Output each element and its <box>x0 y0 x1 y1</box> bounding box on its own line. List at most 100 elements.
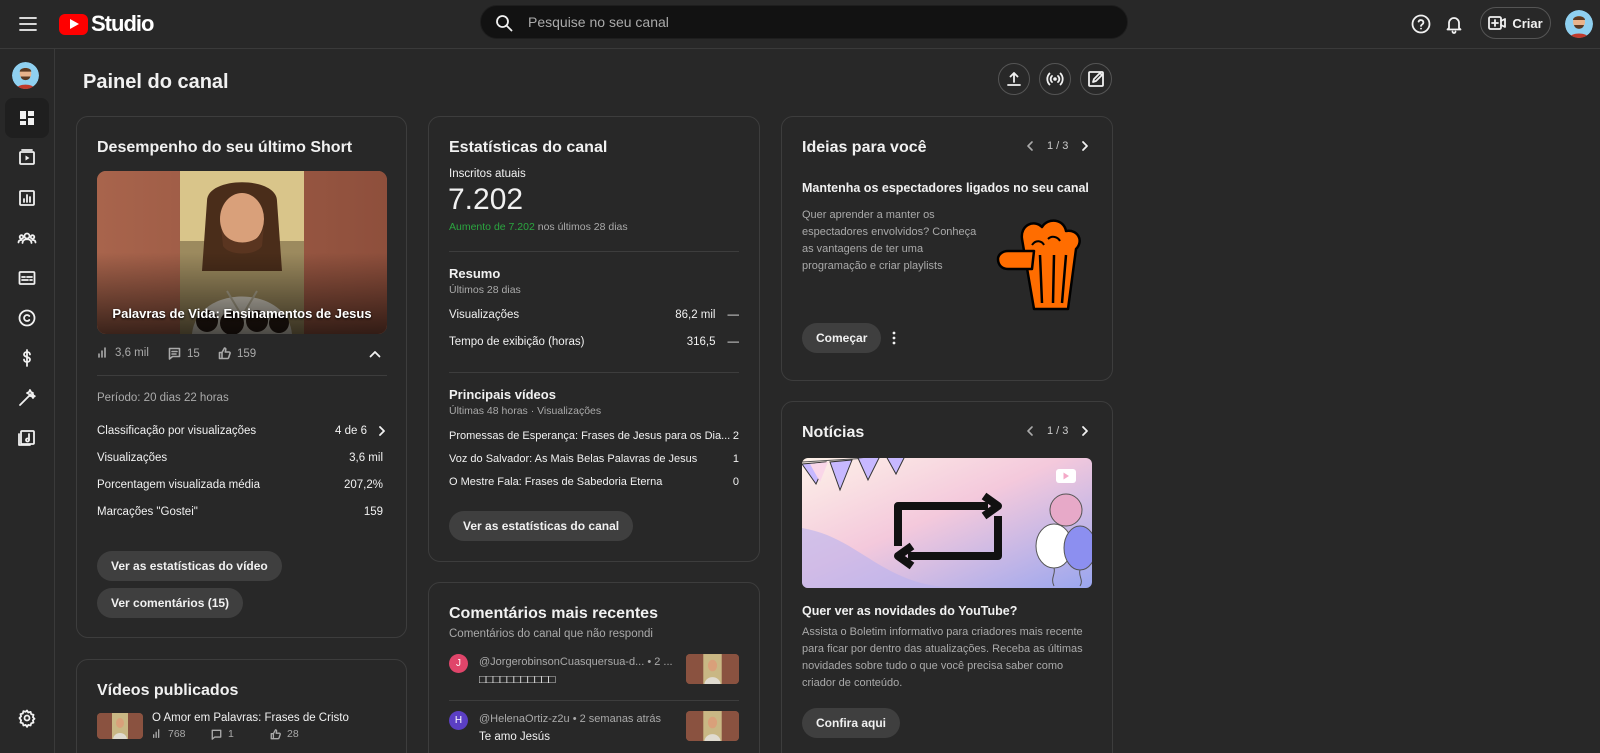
news-prev-button[interactable] <box>1025 425 1035 437</box>
subscribers-count: 7.202 <box>448 183 524 216</box>
comment-item[interactable]: H @HelenaOrtiz-z2u • 2 semanas atrás Te … <box>449 711 739 751</box>
collapse-stats-button[interactable] <box>367 346 383 362</box>
content-icon <box>19 149 35 165</box>
published-videos-title: Vídeos publicados <box>97 682 239 699</box>
youtube-studio-logo[interactable]: Studio <box>59 9 154 39</box>
more-options-button[interactable] <box>885 329 903 347</box>
sidebar-item-analytics[interactable] <box>5 178 49 218</box>
comment-icon <box>168 347 181 360</box>
row-label: Porcentagem visualizada média <box>97 479 261 491</box>
ideas-heading: Mantenha os espectadores ligados no seu … <box>802 181 1089 195</box>
news-heading: Quer ver as novidades do YouTube? <box>802 604 1018 618</box>
ideas-prev-button[interactable] <box>1025 140 1035 152</box>
views-row: Visualizações 3,6 mil <box>97 452 383 464</box>
published-comments-stat: 1 <box>211 728 234 740</box>
summary-watchtime-row: Tempo de exibição (horas) 316,5 — <box>449 336 739 348</box>
news-title: Notícias <box>802 424 865 441</box>
news-next-button[interactable] <box>1080 425 1090 437</box>
sidebar-item-community[interactable] <box>5 218 49 258</box>
subtitles-icon <box>18 271 36 285</box>
published-videos-card: Vídeos publicados O Amor em Palavras: Fr… <box>76 659 407 753</box>
news-banner-image[interactable] <box>802 458 1092 588</box>
ideas-next-button[interactable] <box>1080 140 1090 152</box>
channel-avatar[interactable] <box>12 62 39 89</box>
sidebar-item-audio-library[interactable] <box>5 418 49 458</box>
ideas-body: Quer aprender a manter os espectadores e… <box>802 209 977 272</box>
divider <box>97 375 387 376</box>
top-video-row[interactable]: Voz do Salvador: As Mais Belas Palavras … <box>449 453 739 465</box>
ideas-start-button[interactable]: Começar <box>802 323 882 353</box>
sidebar-item-content[interactable] <box>5 138 49 178</box>
comment-item[interactable]: J @JorgerobinsonCuasquersua-d... • 2 ...… <box>449 654 739 694</box>
views-icon <box>98 347 106 358</box>
ranking-value-wrap: 4 de 6 <box>335 425 387 437</box>
earn-icon <box>23 349 31 367</box>
upload-button[interactable] <box>998 63 1030 95</box>
recent-comments-subtitle: Comentários do canal que não respondi <box>449 628 653 640</box>
growth-highlight: Aumento de 7.202 <box>449 221 535 233</box>
published-comments: 1 <box>228 728 234 740</box>
avg-viewed-row: Porcentagem visualizada média 207,2% <box>97 479 383 491</box>
top-bar: Studio Criar <box>0 0 1600 49</box>
divider <box>449 251 739 252</box>
chevron-right-icon <box>379 426 385 436</box>
settings-icon <box>18 709 36 728</box>
sidebar-item-settings[interactable] <box>5 698 49 738</box>
sidebar-item-copyright[interactable] <box>5 298 49 338</box>
commenter-avatar: J <box>449 654 468 673</box>
short-period: Período: 20 dias 22 horas <box>97 392 229 404</box>
comment-meta: @JorgerobinsonCuasquersua-d... • 2 ... <box>479 656 673 668</box>
published-video-thumbnail[interactable] <box>97 713 143 739</box>
search-bar[interactable] <box>480 5 1128 39</box>
published-views-stat: 768 <box>152 728 186 740</box>
search-input[interactable] <box>528 6 1108 38</box>
top-video-row[interactable]: O Mestre Fala: Frases de Sabedoria Etern… <box>449 476 739 488</box>
dashboard-icon <box>20 111 34 125</box>
sidebar-item-customization[interactable] <box>5 378 49 418</box>
recent-comments-title: Comentários mais recentes <box>449 605 658 622</box>
view-video-stats-button[interactable]: Ver as estatísticas do vídeo <box>97 551 282 581</box>
ranking-row[interactable]: Classificação por visualizações 4 de 6 <box>97 425 387 437</box>
published-video-title[interactable]: O Amor em Palavras: Frases de Cristo <box>152 712 349 724</box>
menu-icon[interactable] <box>14 10 42 38</box>
sidebar-item-earn[interactable] <box>5 338 49 378</box>
search-icon <box>495 14 513 32</box>
more-icon <box>892 331 896 345</box>
summary-title: Resumo <box>449 266 501 281</box>
row-value: 86,2 mil <box>675 309 716 321</box>
view-comments-button[interactable]: Ver comentários (15) <box>97 588 244 618</box>
published-views: 768 <box>168 728 186 740</box>
news-check-button[interactable]: Confira aqui <box>802 708 901 738</box>
sidebar-item-dashboard[interactable] <box>5 98 49 138</box>
row-value: 0 <box>732 476 739 488</box>
create-button[interactable]: Criar <box>1480 7 1551 39</box>
subscribers-growth: Aumento de 7.202 nos últimos 28 dias <box>449 221 628 233</box>
row-value-wrap: 86,2 mil — <box>675 309 739 321</box>
short-views: 3,6 mil <box>115 347 149 359</box>
popcorn-icon <box>992 209 1092 314</box>
go-live-button[interactable] <box>1039 63 1071 95</box>
short-thumbnail[interactable]: Palavras de Vida: Ensinamentos de Jesus <box>97 171 387 334</box>
copyright-icon <box>18 309 36 327</box>
top-video-row[interactable]: Promessas de Esperança: Frases de Jesus … <box>449 430 739 442</box>
published-likes: 28 <box>287 728 299 740</box>
news-card: Notícias 1 / 3 Quer ver as novidades do … <box>781 401 1113 753</box>
short-video-title: Palavras de Vida: Ensinamentos de Jesus <box>112 306 372 321</box>
comment-text: Te amo Jesús <box>479 731 550 743</box>
view-channel-stats-button[interactable]: Ver as estatísticas do canal <box>449 511 634 541</box>
row-value: 4 de 6 <box>335 425 367 437</box>
help-icon[interactable] <box>1407 10 1435 38</box>
comment-time: • 2 ... <box>647 656 673 668</box>
row-value: 3,6 mil <box>349 452 383 464</box>
create-post-button[interactable] <box>1080 63 1112 95</box>
ideas-title: Ideias para você <box>802 139 927 156</box>
row-label: Visualizações <box>97 452 168 464</box>
community-icon <box>17 232 37 244</box>
row-label: Marcações "Gostei" <box>97 506 198 518</box>
bell-icon[interactable] <box>1440 10 1468 38</box>
ideas-pager: 1 / 3 <box>1025 140 1090 152</box>
sidebar-item-subtitles[interactable] <box>5 258 49 298</box>
last-short-card: Desempenho do seu último Short Palavras … <box>76 116 407 638</box>
account-avatar[interactable] <box>1565 10 1593 38</box>
top-videos-title: Principais vídeos <box>449 387 556 402</box>
